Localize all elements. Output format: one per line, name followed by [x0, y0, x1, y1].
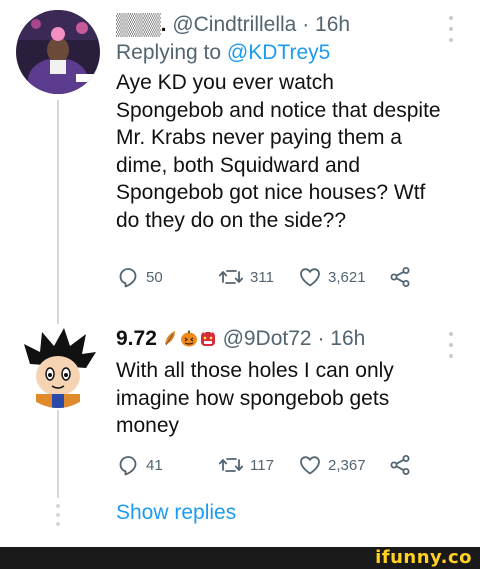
separator: ·	[302, 13, 310, 36]
thread-connector-bottom	[57, 410, 59, 498]
reply-icon	[119, 268, 137, 288]
separator: ·	[317, 327, 325, 350]
replying-mention[interactable]: @KDTrey5	[227, 41, 330, 64]
share-icon	[390, 267, 410, 287]
show-replies-row: Show replies	[0, 498, 480, 534]
tweet-2[interactable]: 9.72 @9Dot72 · 16h With all those holes …	[0, 310, 480, 498]
fallen-leaf-icon	[164, 331, 175, 346]
retweet-icon	[218, 458, 244, 472]
show-replies-link[interactable]: Show replies	[116, 501, 236, 525]
timestamp[interactable]: 16h	[330, 327, 365, 350]
timestamp[interactable]: 16h	[315, 13, 350, 36]
more-icon[interactable]	[448, 16, 454, 42]
ogre-icon	[200, 327, 216, 346]
like-count: 3,621	[328, 268, 366, 286]
display-name[interactable]: 9.72	[116, 327, 157, 350]
like-count: 2,367	[328, 456, 366, 474]
replying-to: Replying to @KDTrey5	[116, 40, 446, 66]
tweet-text: With all those holes I can only imagine …	[116, 359, 394, 437]
thread-dots-icon	[55, 504, 61, 526]
reply-button[interactable]: 41	[116, 450, 163, 480]
reply-count: 50	[146, 268, 163, 286]
tweet-actions: 41 117 2,367	[116, 450, 446, 480]
tweet-header: ▒▒▒. @Cindtrillella · 16h	[116, 12, 446, 38]
reply-button[interactable]: 50	[116, 262, 163, 292]
like-button[interactable]: 2,367	[298, 450, 366, 480]
reply-count: 41	[146, 456, 163, 474]
tweet-actions: 50 311 3,621	[116, 262, 446, 292]
handle[interactable]: @Cindtrillella	[172, 13, 296, 36]
avatar-image-icon	[16, 324, 100, 408]
tweet-text: Aye KD you ever watch Spongebob and noti…	[116, 71, 441, 232]
emoji-group	[163, 327, 217, 355]
watermark-bar: ifunny.co	[0, 547, 480, 569]
retweet-button[interactable]: 311	[218, 262, 274, 292]
like-icon	[300, 268, 320, 287]
like-icon	[300, 456, 320, 475]
pumpkin-icon	[180, 330, 197, 347]
more-icon[interactable]	[448, 332, 454, 358]
retweet-button[interactable]: 117	[218, 450, 274, 480]
share-button[interactable]	[388, 450, 412, 480]
retweet-icon	[218, 270, 244, 284]
ifunny-watermark: ifunny.co	[375, 547, 472, 568]
reply-icon	[119, 456, 137, 476]
retweet-count: 311	[250, 268, 274, 286]
avatar-image-icon	[16, 10, 100, 94]
tweet-1[interactable]: ▒▒▒. @Cindtrillella · 16h Replying to @K…	[0, 0, 480, 310]
like-button[interactable]: 3,621	[298, 262, 366, 292]
thread-connector	[57, 100, 59, 310]
thread-connector-top	[57, 310, 59, 324]
share-icon	[390, 455, 410, 475]
emoji-icons	[164, 327, 216, 347]
display-name[interactable]: ▒▒▒.	[116, 13, 166, 36]
avatar[interactable]	[16, 324, 100, 408]
avatar[interactable]	[16, 10, 100, 94]
tweet-header: 9.72 @9Dot72 · 16h	[116, 326, 446, 355]
handle[interactable]: @9Dot72	[223, 327, 312, 350]
retweet-count: 117	[250, 456, 274, 474]
share-button[interactable]	[388, 262, 412, 292]
replying-prefix: Replying to	[116, 41, 222, 64]
